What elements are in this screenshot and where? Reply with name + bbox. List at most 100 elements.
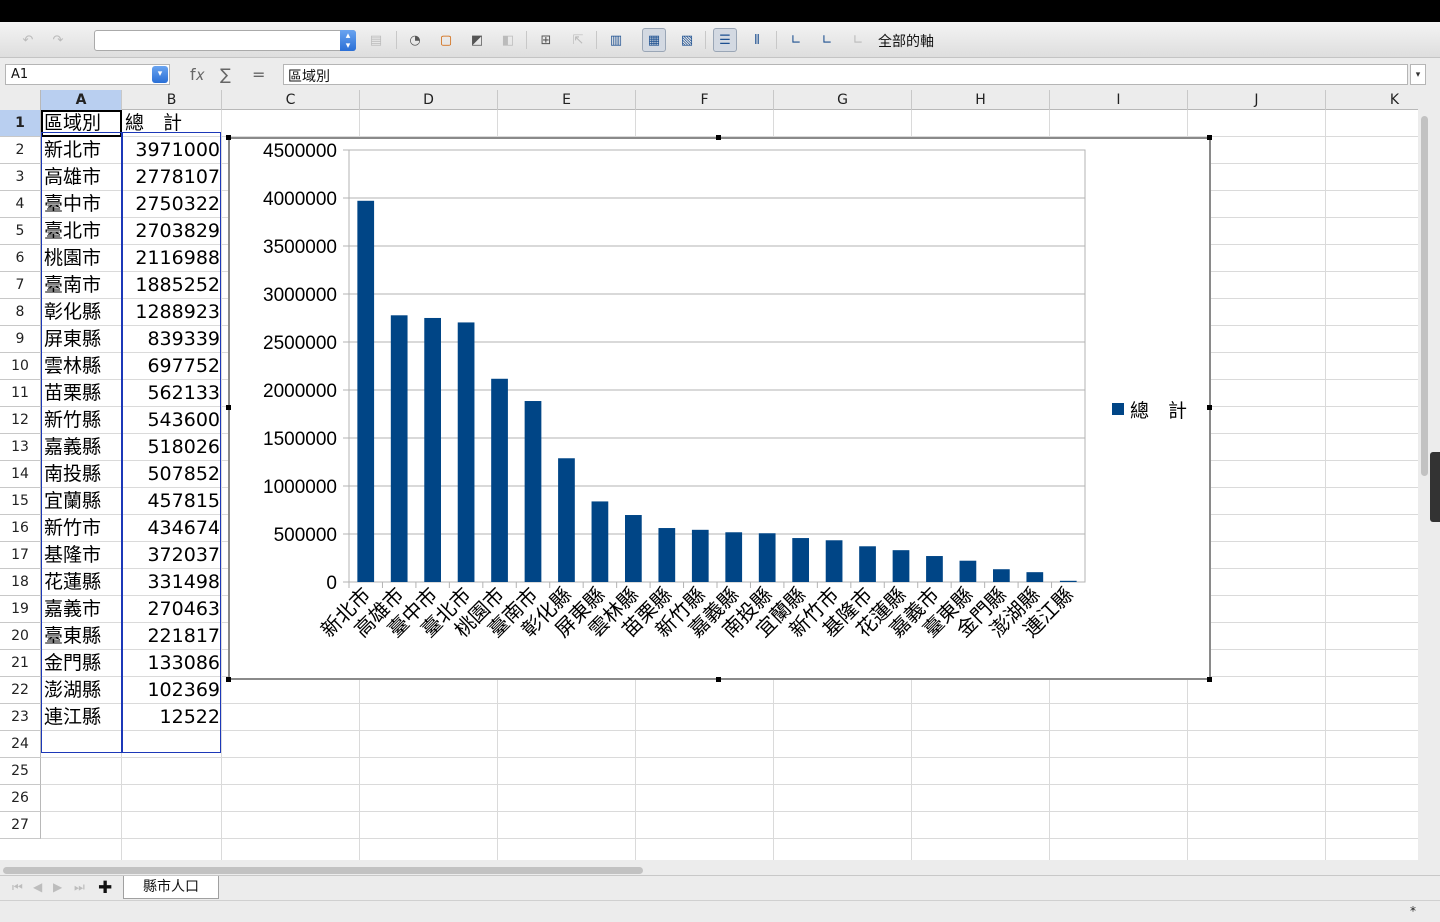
modified-indicator: * <box>1410 904 1416 918</box>
row-header[interactable]: 14 <box>0 461 41 488</box>
row-header[interactable]: 12 <box>0 407 41 434</box>
bar <box>591 501 609 582</box>
row-header[interactable]: 16 <box>0 515 41 542</box>
row-header[interactable]: 4 <box>0 191 41 218</box>
format-selection-icon[interactable]: ▤ <box>364 28 388 52</box>
chart-handle-tr[interactable] <box>1207 135 1212 140</box>
embedded-chart[interactable]: 0 500000 1000000 1500000 2000000 2500000 30000… <box>228 137 1211 680</box>
row-header[interactable]: 8 <box>0 299 41 326</box>
row-header[interactable]: 18 <box>0 569 41 596</box>
legend-on-off-icon[interactable]: ▧ <box>675 28 699 52</box>
function-wizard-icon[interactable]: f𝑥 <box>190 65 205 85</box>
bar <box>725 532 743 582</box>
chart-toolbar: ↶ ↷ ▴ ▾ ▤ ◔ ▢ ◩ ◧ ⊞ ⇱ ▥ ▦ ▧ ☰ ⦀ ∟ ∟ ∟ 全部的… <box>0 22 1440 58</box>
row-header[interactable]: 9 <box>0 326 41 353</box>
chart-handle-t[interactable] <box>716 135 721 140</box>
row-header[interactable]: 7 <box>0 272 41 299</box>
column-header[interactable]: K <box>1326 90 1418 110</box>
bar-chart: 0 500000 1000000 1500000 2000000 2500000 30000… <box>263 141 1187 642</box>
chart-wall-icon[interactable]: ▢ <box>434 28 458 52</box>
row-header[interactable]: 10 <box>0 353 41 380</box>
horizontal-grids-icon[interactable]: ☰ <box>713 28 737 52</box>
sheet-tab[interactable]: 縣市人口 <box>123 876 219 899</box>
row-header[interactable]: 25 <box>0 758 41 785</box>
chart-handle-bl[interactable] <box>226 677 231 682</box>
y-tick-label: 1500000 <box>263 429 337 450</box>
row-header[interactable]: 26 <box>0 785 41 812</box>
expand-formula-icon[interactable]: ▾ <box>1410 64 1426 85</box>
row-header[interactable]: 19 <box>0 596 41 623</box>
row-header[interactable]: 24 <box>0 731 41 758</box>
undo-icon[interactable]: ↶ <box>16 28 40 52</box>
row-header[interactable]: 5 <box>0 218 41 245</box>
row-header[interactable]: 20 <box>0 623 41 650</box>
last-sheet-icon[interactable]: ⏭ <box>74 880 85 895</box>
bar <box>625 515 642 582</box>
redo-icon[interactable]: ↷ <box>46 28 70 52</box>
equals-icon[interactable]: = <box>252 65 265 84</box>
3d-view-icon[interactable]: ◧ <box>496 28 520 52</box>
column-header[interactable]: D <box>360 90 498 110</box>
column-header[interactable]: H <box>912 90 1050 110</box>
row-header[interactable]: 3 <box>0 164 41 191</box>
status-bar: * <box>0 900 1440 922</box>
chart-handle-l[interactable] <box>226 405 231 410</box>
next-sheet-icon[interactable]: ▶ <box>53 880 62 894</box>
chart-area-icon[interactable]: ◩ <box>465 28 489 52</box>
y-tick-label: 3000000 <box>263 285 337 306</box>
column-header[interactable]: G <box>774 90 912 110</box>
data-ranges-icon[interactable]: ⇱ <box>566 28 590 52</box>
toolbar-separator <box>705 31 706 49</box>
row-header[interactable]: 27 <box>0 812 41 839</box>
x-axis-icon[interactable]: ∟ <box>784 28 808 52</box>
select-all-corner[interactable] <box>0 90 41 110</box>
chart-handle-r[interactable] <box>1207 405 1212 410</box>
vertical-grids-icon[interactable]: ⦀ <box>745 28 769 52</box>
bar <box>457 322 475 582</box>
row-header[interactable]: 1 <box>0 110 41 137</box>
column-header[interactable]: I <box>1050 90 1188 110</box>
columns-icon[interactable]: ▥ <box>604 28 628 52</box>
row-header[interactable]: 11 <box>0 380 41 407</box>
row-gridline <box>41 784 1418 785</box>
sum-icon[interactable]: ∑ <box>220 65 231 84</box>
first-sheet-icon[interactable]: ⏮ <box>12 880 23 895</box>
vertical-scroll-thumb[interactable] <box>1421 116 1428 476</box>
bar <box>491 378 508 582</box>
rows-icon[interactable]: ▦ <box>642 28 666 52</box>
row-header[interactable]: 15 <box>0 488 41 515</box>
row-header[interactable]: 6 <box>0 245 41 272</box>
chart-handle-br[interactable] <box>1207 677 1212 682</box>
row-header[interactable]: 2 <box>0 137 41 164</box>
horizontal-scroll-thumb[interactable] <box>3 867 643 874</box>
formula-input[interactable]: 區域別 <box>283 64 1408 85</box>
y-axis-icon[interactable]: ∟ <box>815 28 839 52</box>
row-header[interactable]: 22 <box>0 677 41 704</box>
chart-element-select[interactable]: ▴ ▾ <box>94 30 356 51</box>
y-tick-label: 2500000 <box>263 333 337 354</box>
chart-handle-tl[interactable] <box>226 135 231 140</box>
z-axis-icon[interactable]: ∟ <box>846 28 870 52</box>
column-header[interactable]: E <box>498 90 636 110</box>
column-gridline <box>221 110 222 860</box>
row-header[interactable]: 23 <box>0 704 41 731</box>
legend-swatch <box>1112 403 1124 415</box>
column-header[interactable]: J <box>1188 90 1326 110</box>
add-sheet-icon[interactable]: ✚ <box>98 878 112 898</box>
column-header[interactable]: A <box>41 90 122 110</box>
horizontal-scrollbar[interactable] <box>0 865 1418 875</box>
chart-handle-b[interactable] <box>716 677 721 682</box>
data-table-icon[interactable]: ⊞ <box>534 28 558 52</box>
row-header[interactable]: 13 <box>0 434 41 461</box>
row-gridline <box>41 757 1418 758</box>
chart-type-icon[interactable]: ◔ <box>403 28 427 52</box>
name-box[interactable]: A1 ▾ <box>5 64 170 85</box>
column-header[interactable]: F <box>636 90 774 110</box>
column-header[interactable]: B <box>122 90 222 110</box>
bar <box>758 533 776 582</box>
row-header[interactable]: 21 <box>0 650 41 677</box>
prev-sheet-icon[interactable]: ◀ <box>33 880 42 894</box>
row-header[interactable]: 17 <box>0 542 41 569</box>
all-axes-label[interactable]: 全部的軸 <box>878 31 934 51</box>
column-header[interactable]: C <box>222 90 360 110</box>
